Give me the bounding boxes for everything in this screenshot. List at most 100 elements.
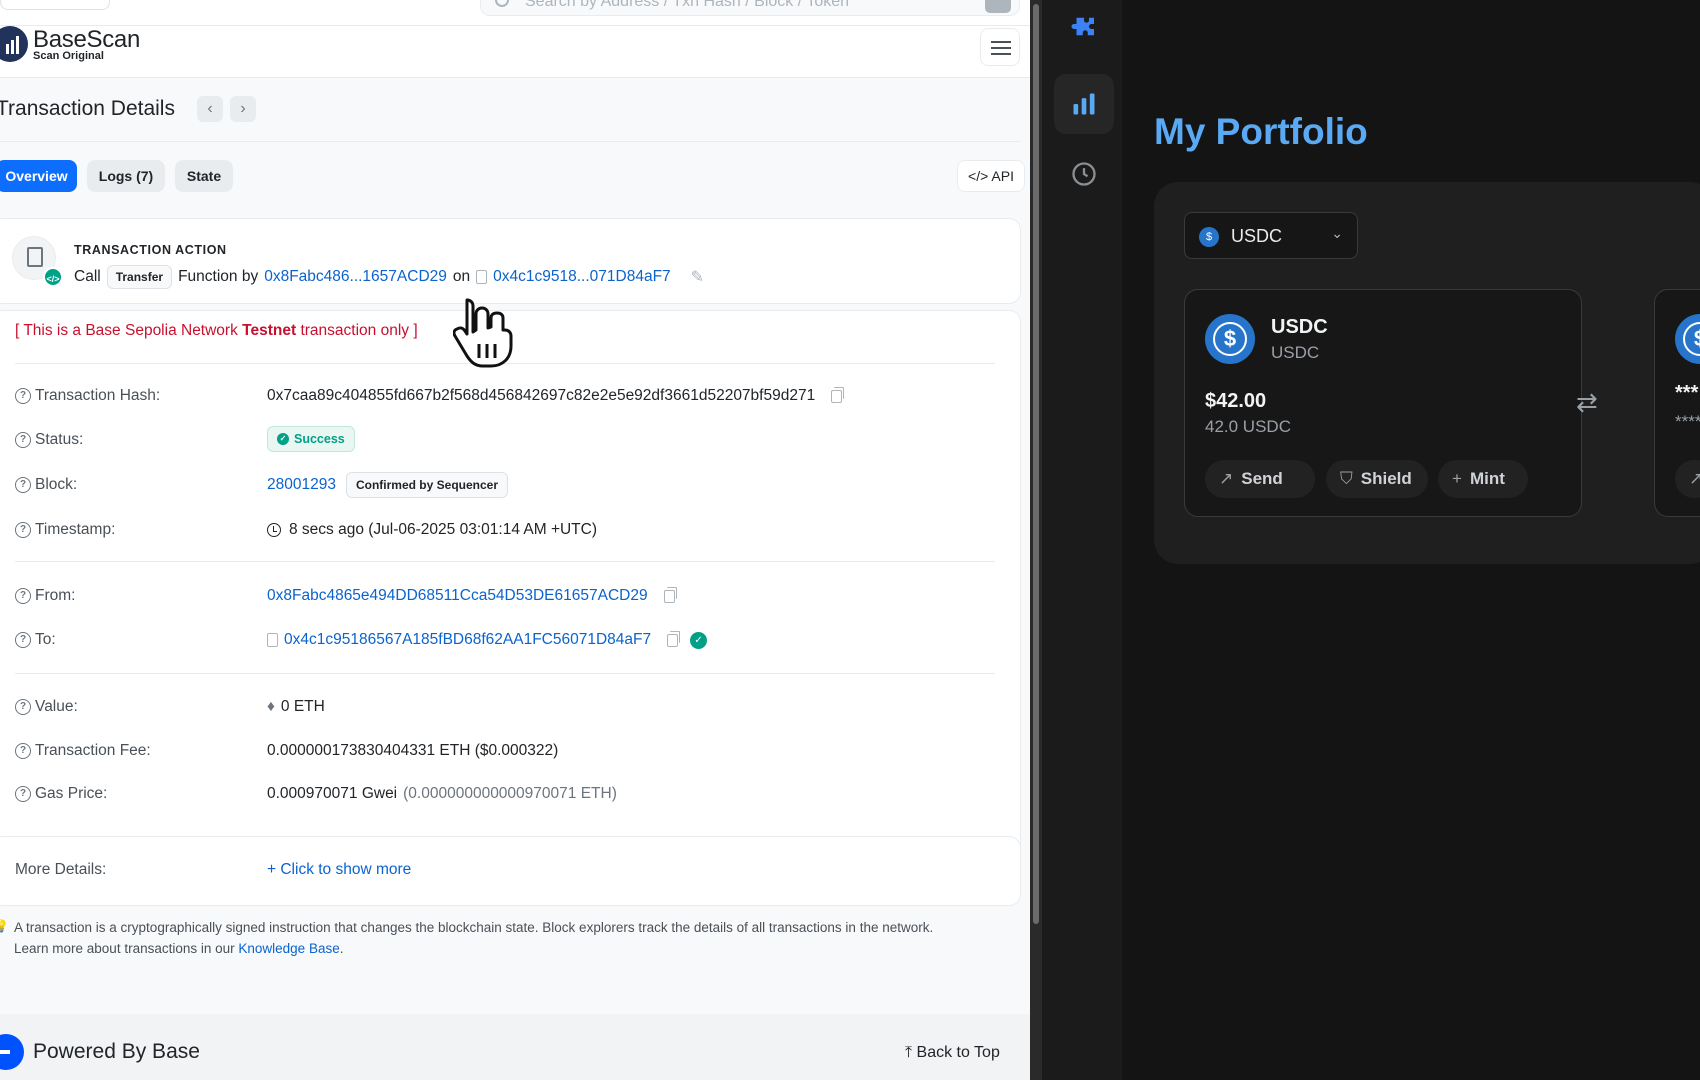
tab-logs[interactable]: Logs (7) bbox=[87, 160, 165, 192]
token-select[interactable]: $ USDC ⌄ bbox=[1184, 212, 1358, 259]
block-label: ? Block: bbox=[15, 476, 77, 494]
to-label: ? To: bbox=[15, 631, 56, 649]
copy-icon[interactable] bbox=[663, 586, 677, 603]
arrow-up-right-icon: ↗ bbox=[1689, 469, 1700, 488]
copy-icon[interactable] bbox=[831, 386, 845, 403]
powered-by-text: Powered By Base bbox=[33, 1040, 200, 1063]
clock-icon bbox=[267, 523, 281, 537]
brand-tagline: Scan Original bbox=[33, 50, 104, 62]
scrollbar[interactable] bbox=[1030, 0, 1042, 1080]
check-circle-icon: ✓ bbox=[277, 433, 289, 445]
knowledge-base-link[interactable]: Knowledge Base bbox=[238, 941, 339, 956]
status-label: ? Status: bbox=[15, 431, 83, 449]
hash-label: ? Transaction Hash: bbox=[15, 387, 160, 405]
fee-value: 0.000000173830404331 ETH ($0.000322) bbox=[267, 742, 559, 759]
help-icon[interactable]: ? bbox=[15, 477, 31, 493]
help-icon[interactable]: ? bbox=[15, 588, 31, 604]
tab-state[interactable]: State bbox=[175, 160, 233, 192]
powered-by-footer: Powered By Base ⤒ Back to Top bbox=[0, 1014, 1030, 1080]
network-selector[interactable] bbox=[0, 0, 110, 10]
status-badge: ✓ Success bbox=[267, 426, 355, 452]
from-address-link[interactable]: 0x8Fabc4865e494DD68511Cca54D53DE61657ACD… bbox=[267, 587, 648, 605]
scrollbar-thumb[interactable] bbox=[1033, 4, 1039, 924]
portfolio-nav-button[interactable] bbox=[1054, 74, 1114, 134]
edit-pencil-icon[interactable]: ✎ bbox=[691, 267, 704, 287]
value-value: ♦ 0 ETH bbox=[267, 698, 325, 715]
contract-code-icon: </> bbox=[43, 267, 63, 287]
help-icon[interactable]: ? bbox=[15, 522, 31, 538]
token-card: $ USDC USDC $42.00 42.0 USDC ↗ Send ⛉ Shie… bbox=[1184, 289, 1582, 517]
history-nav-button[interactable] bbox=[1054, 144, 1114, 204]
search-submit-button[interactable] bbox=[985, 0, 1011, 13]
contract-file-icon bbox=[267, 633, 278, 647]
search-icon bbox=[495, 0, 509, 7]
portfolio-title: My Portfolio bbox=[1154, 111, 1368, 152]
hamburger-icon bbox=[991, 41, 1011, 43]
block-number-link[interactable]: 28001293 bbox=[267, 476, 336, 494]
next-transaction-button[interactable]: › bbox=[230, 96, 256, 122]
bar-chart-icon bbox=[1073, 93, 1095, 115]
to-value: 0x4c1c95186567A185fBD68f62AA1FC56071D84a… bbox=[267, 630, 708, 649]
transaction-action-line: Call Transfer Function by 0x8Fabc486...1… bbox=[74, 265, 704, 289]
menu-button[interactable] bbox=[980, 28, 1020, 66]
help-icon[interactable]: ? bbox=[15, 699, 31, 715]
tab-overview[interactable]: Overview bbox=[0, 160, 77, 192]
transaction-action-icon: </> bbox=[12, 236, 63, 287]
chevron-down-icon: ⌄ bbox=[1331, 225, 1343, 241]
to-address-short-link[interactable]: 0x4c1c9518...071D84aF7 bbox=[493, 268, 671, 286]
call-text: Call bbox=[74, 268, 101, 285]
extension-button[interactable] bbox=[1054, 0, 1114, 60]
help-icon[interactable]: ? bbox=[15, 786, 31, 802]
value-label: ? Value: bbox=[15, 698, 78, 716]
send-button[interactable]: ↗ Send bbox=[1205, 460, 1315, 498]
timestamp-value: 8 secs ago (Jul-06-2025 03:01:14 AM +UTC… bbox=[267, 521, 597, 539]
send-button[interactable]: ↗ bbox=[1675, 460, 1700, 498]
basescan-window: Search by Address / Txn Hash / Block / T… bbox=[0, 0, 1030, 1080]
status-value: ✓ Success bbox=[267, 426, 355, 452]
usdc-logo-icon: $ bbox=[1675, 314, 1700, 364]
token-name: USDC bbox=[1271, 316, 1328, 338]
wallet-window: My Portfolio $ USDC ⌄ $ USDC USDC $42.00… bbox=[1042, 0, 1700, 1080]
from-label: ? From: bbox=[15, 587, 75, 605]
help-icon[interactable]: ? bbox=[15, 743, 31, 759]
clock-icon bbox=[1072, 162, 1096, 186]
transaction-action-card: </> TRANSACTION ACTION Call Transfer Fun… bbox=[0, 218, 1021, 304]
base-logo-icon bbox=[0, 1034, 24, 1070]
divider bbox=[15, 561, 995, 562]
wallet-sidebar bbox=[1042, 0, 1122, 1080]
swap-arrows-icon[interactable]: ⇄ bbox=[1576, 387, 1598, 418]
masked-balance: *** bbox=[1675, 382, 1699, 404]
shield-icon: ⛉ bbox=[1340, 469, 1353, 488]
logo-bars-icon bbox=[6, 36, 19, 54]
verified-check-icon: ✓ bbox=[690, 631, 708, 649]
lightbulb-icon: 💡 bbox=[0, 919, 9, 933]
hand-pointer-icon bbox=[453, 298, 513, 368]
divider bbox=[0, 141, 1020, 142]
help-icon[interactable]: ? bbox=[15, 388, 31, 404]
arrow-up-icon: ⤒ bbox=[905, 1044, 917, 1061]
more-details-label: More Details: bbox=[15, 861, 107, 878]
help-icon[interactable]: ? bbox=[15, 632, 31, 648]
usdc-logo-icon: $ bbox=[1205, 314, 1255, 364]
function-by-text: Function by bbox=[178, 268, 259, 285]
copy-icon[interactable] bbox=[667, 630, 681, 647]
basescan-logo-icon[interactable] bbox=[0, 26, 28, 62]
block-value: 28001293 Confirmed by Sequencer bbox=[267, 472, 508, 498]
to-address-link[interactable]: 0x4c1c95186567A185fBD68f62AA1FC56071D84a… bbox=[284, 631, 651, 649]
masked-amount: **** bbox=[1675, 412, 1700, 431]
show-more-link[interactable]: + Click to show more bbox=[267, 861, 411, 879]
from-address-short-link[interactable]: 0x8Fabc486...1657ACD29 bbox=[264, 268, 447, 286]
search-box[interactable]: Search by Address / Txn Hash / Block / T… bbox=[480, 0, 1020, 16]
token-usd-balance: $42.00 bbox=[1205, 390, 1267, 412]
method-chip: Transfer bbox=[106, 265, 173, 289]
prev-transaction-button[interactable]: ‹ bbox=[197, 96, 223, 122]
back-to-top-button[interactable]: ⤒ Back to Top bbox=[905, 1044, 1000, 1062]
puzzle-icon bbox=[1071, 17, 1094, 36]
api-button[interactable]: </> API bbox=[957, 160, 1025, 192]
transaction-action-heading: TRANSACTION ACTION bbox=[74, 243, 227, 257]
footer-note: A transaction is a cryptographically sig… bbox=[14, 920, 934, 956]
mint-button[interactable]: + Mint bbox=[1438, 460, 1528, 498]
shield-button[interactable]: ⛉ Shield bbox=[1326, 460, 1428, 498]
token-card-secondary: $ *** **** ↗ bbox=[1654, 289, 1700, 517]
help-icon[interactable]: ? bbox=[15, 432, 31, 448]
